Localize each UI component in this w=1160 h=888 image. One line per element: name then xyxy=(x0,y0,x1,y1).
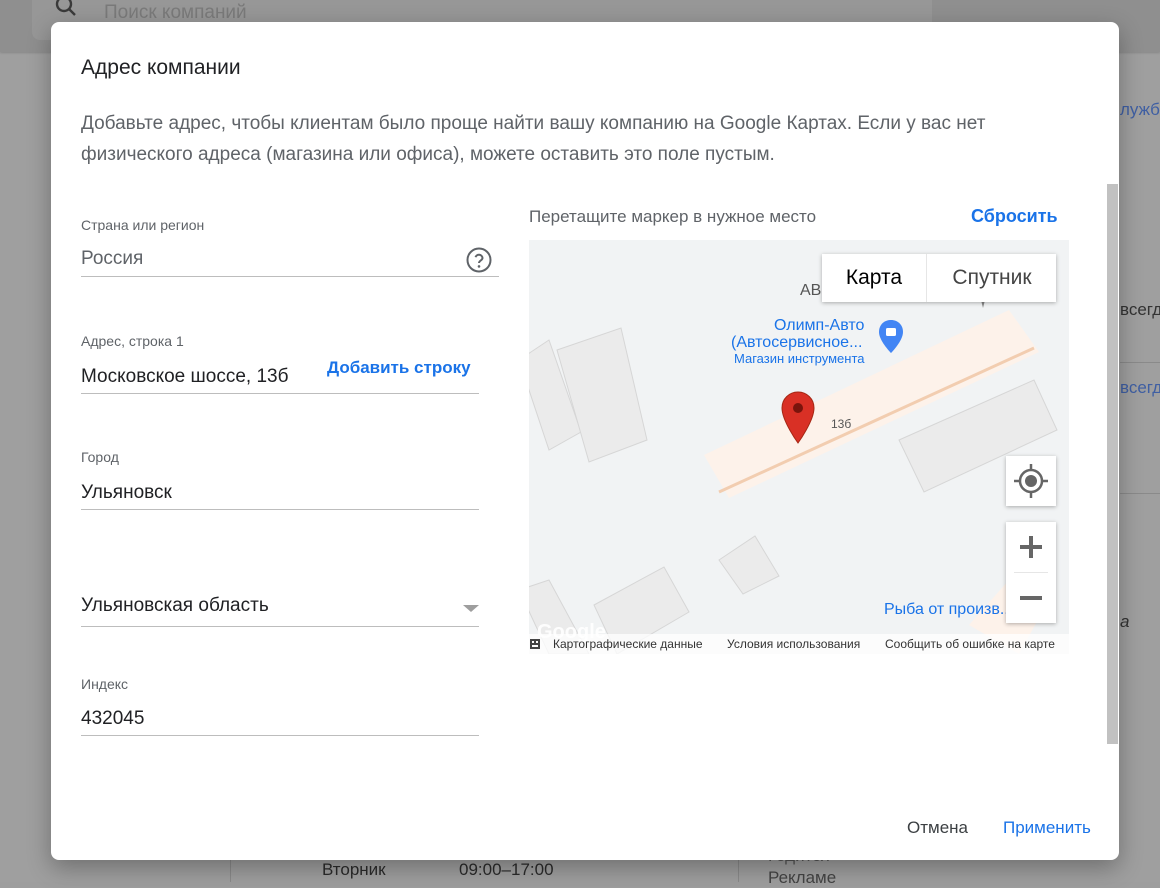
map-data-link[interactable]: Картографические данные xyxy=(553,637,703,651)
map-view[interactable]: АВ Олимп-Авто (Автосервисное... Магазин … xyxy=(529,240,1069,654)
background-divider xyxy=(1120,493,1160,494)
background-search-placeholder: Поиск компаний xyxy=(104,2,247,23)
background-hours: 09:00–17:00 xyxy=(459,860,554,879)
map-label-ab: АВ xyxy=(800,282,822,299)
apply-button[interactable]: Применить xyxy=(1003,818,1091,838)
map-report-link[interactable]: Сообщить об ошибке на карте xyxy=(885,637,1055,651)
zoom-in-icon[interactable] xyxy=(1006,522,1056,572)
address-line-1-input[interactable]: Московское шоссе, 13б xyxy=(81,366,303,388)
address-line-1-underline xyxy=(81,393,479,394)
crosshair-icon xyxy=(1014,464,1048,498)
background-text: а xyxy=(1120,612,1130,631)
postal-code-underline xyxy=(81,735,479,736)
dialog-title: Адрес компании xyxy=(81,56,241,79)
map-terms-link[interactable]: Условия использования xyxy=(727,637,860,651)
cancel-button[interactable]: Отмена xyxy=(907,818,968,838)
city-label: Город xyxy=(81,449,119,465)
background-text: всегд xyxy=(1120,300,1160,319)
background-link: всегд xyxy=(1120,378,1160,397)
search-icon xyxy=(55,0,76,16)
region-value: Ульяновская область xyxy=(81,595,269,616)
map-type-switch: Карта Спутник xyxy=(822,254,1056,302)
add-line-button[interactable]: Добавить строку xyxy=(327,358,471,378)
postal-code-label: Индекс xyxy=(81,676,129,692)
background-text: Рекламе xyxy=(768,868,837,887)
address-line-1-label: Адрес, строка 1 xyxy=(81,333,184,349)
zoom-out-icon[interactable] xyxy=(1006,573,1056,623)
background-divider xyxy=(230,860,231,882)
postal-code-field[interactable]: Индекс 432045 xyxy=(81,676,479,737)
address-line-1-field[interactable]: Адрес, строка 1 Московское шоссе, 13б До… xyxy=(81,333,479,394)
map-house-number: 13б xyxy=(831,417,852,431)
city-field[interactable]: Город Ульяновск xyxy=(81,449,479,510)
country-underline xyxy=(81,276,499,277)
background-day: Вторник xyxy=(322,860,386,879)
region-underline xyxy=(81,626,479,627)
map-poi-category: Магазин инструмента xyxy=(734,351,865,366)
map-hint: Перетащите маркер в нужное место xyxy=(529,207,817,226)
reset-button[interactable]: Сбросить xyxy=(971,206,1058,227)
country-value: Россия xyxy=(81,248,144,269)
address-dialog: Адрес компании Добавьте адрес, чтобы кли… xyxy=(51,22,1119,860)
map-type-map-button[interactable]: Карта xyxy=(822,254,926,302)
map-poi-name[interactable]: Олимп-Авто xyxy=(774,317,864,335)
help-icon[interactable] xyxy=(466,247,492,273)
background-divider xyxy=(1120,362,1160,363)
map-footer: Картографические данные Условия использо… xyxy=(529,634,1069,654)
zoom-controls xyxy=(1006,522,1056,623)
country-label: Страна или регион xyxy=(81,217,205,233)
dropdown-arrow-icon xyxy=(463,605,479,612)
dialog-description: Добавьте адрес, чтобы клиентам было прощ… xyxy=(81,113,986,165)
background-link: лужба xyxy=(1120,100,1160,119)
my-location-button[interactable] xyxy=(1006,456,1056,506)
dialog-scrollbar[interactable] xyxy=(1107,184,1118,744)
city-underline xyxy=(81,509,479,510)
map-canvas xyxy=(529,296,1058,654)
map-type-satellite-button[interactable]: Спутник xyxy=(926,254,1057,302)
map-poi-subtitle[interactable]: (Автосервисное... xyxy=(731,334,862,352)
region-dropdown[interactable]: Ульяновская область xyxy=(81,594,479,628)
country-field[interactable]: Страна или регион Россия xyxy=(81,217,499,277)
postal-code-input[interactable]: 432045 xyxy=(81,708,144,730)
background-divider xyxy=(738,860,739,882)
city-input[interactable]: Ульяновск xyxy=(81,482,172,504)
keyboard-icon[interactable] xyxy=(529,638,541,650)
